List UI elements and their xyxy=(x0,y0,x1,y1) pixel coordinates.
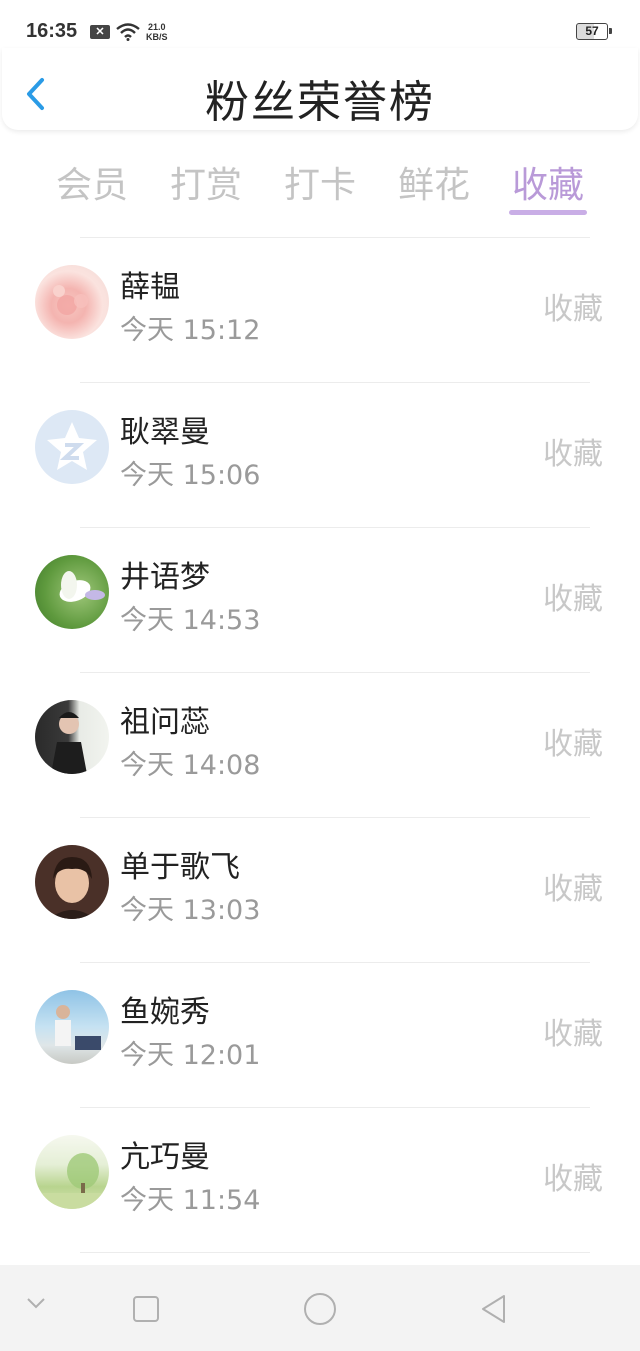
fan-name: 耿翠曼 xyxy=(120,415,210,450)
list-item[interactable]: 亢巧曼 今天 11:54 收藏 xyxy=(0,1108,640,1252)
nav-home-button[interactable] xyxy=(302,1291,338,1331)
nav-recents-button[interactable] xyxy=(132,1295,160,1327)
wifi-icon xyxy=(116,23,140,41)
fan-time: 今天 15:12 xyxy=(120,315,261,346)
system-nav-bar xyxy=(0,1265,640,1351)
default-star-avatar xyxy=(35,410,109,484)
list-item[interactable]: 耿翠曼 今天 15:06 收藏 xyxy=(0,383,640,527)
status-time: 16:35 xyxy=(26,20,78,42)
list-item[interactable]: 薛韫 今天 15:12 收藏 xyxy=(0,238,640,382)
chevron-down-icon xyxy=(27,1298,45,1309)
tab-membership[interactable]: 会员 xyxy=(50,156,134,208)
green-tree-avatar xyxy=(35,1135,109,1209)
fan-time: 今天 11:54 xyxy=(120,1185,261,1216)
nav-collapse-button[interactable] xyxy=(24,1295,48,1315)
nav-back-button[interactable] xyxy=(478,1293,510,1329)
fan-list: 薛韫 今天 15:12 收藏 耿翠曼 今天 15:06 收藏 井语梦 今天 14… xyxy=(0,237,640,1253)
header: 粉丝荣誉榜 xyxy=(2,48,638,130)
tab-checkin[interactable]: 打卡 xyxy=(278,156,362,208)
tab-bar: 会员 打赏 打卡 鲜花 收藏 xyxy=(0,150,640,220)
action-label: 收藏 xyxy=(543,1162,603,1197)
status-icons: ✕ 21.0 KB/S xyxy=(90,22,168,42)
network-speed: 21.0 KB/S xyxy=(146,22,168,42)
triangle-back-icon xyxy=(482,1295,505,1323)
illustrated-boy-avatar xyxy=(35,845,109,919)
fan-time: 今天 14:53 xyxy=(120,605,261,636)
fan-name: 亢巧曼 xyxy=(120,1140,210,1175)
fan-name: 井语梦 xyxy=(120,560,210,595)
list-item[interactable]: 祖问蕊 今天 14:08 收藏 xyxy=(0,673,640,817)
action-label: 收藏 xyxy=(543,292,603,327)
action-label: 收藏 xyxy=(543,1017,603,1052)
divider xyxy=(80,1252,590,1253)
tab-tip[interactable]: 打赏 xyxy=(164,156,248,208)
network-speed-unit: KB/S xyxy=(146,32,168,42)
fan-name: 祖问蕊 xyxy=(120,705,210,740)
square-icon xyxy=(133,1296,159,1322)
list-item[interactable]: 单于歌飞 今天 13:03 收藏 xyxy=(0,818,640,962)
page-title: 粉丝荣誉榜 xyxy=(205,77,435,128)
tab-favorites[interactable]: 收藏 xyxy=(506,156,590,208)
action-label: 收藏 xyxy=(543,727,603,762)
fan-name: 鱼婉秀 xyxy=(120,995,210,1030)
network-speed-value: 21.0 xyxy=(147,22,166,32)
person-outdoor-avatar xyxy=(35,990,109,1064)
fan-time: 今天 14:08 xyxy=(120,750,261,781)
list-item[interactable]: 鱼婉秀 今天 12:01 收藏 xyxy=(0,963,640,1107)
fan-name: 单于歌飞 xyxy=(120,850,240,885)
action-label: 收藏 xyxy=(543,437,603,472)
fan-time: 今天 15:06 xyxy=(120,460,261,491)
white-flower-avatar xyxy=(35,555,109,629)
action-label: 收藏 xyxy=(543,582,603,617)
fan-name: 薛韫 xyxy=(120,270,180,305)
fan-time: 今天 12:01 xyxy=(120,1040,261,1071)
action-label: 收藏 xyxy=(543,872,603,907)
man-in-suit-avatar xyxy=(35,700,109,774)
fan-time: 今天 13:03 xyxy=(120,895,261,926)
circle-icon xyxy=(304,1293,336,1325)
active-tab-indicator xyxy=(509,210,587,215)
list-item[interactable]: 井语梦 今天 14:53 收藏 xyxy=(0,528,640,672)
battery-icon: 57 xyxy=(576,23,612,40)
tab-flowers[interactable]: 鲜花 xyxy=(392,156,476,208)
notification-icon: ✕ xyxy=(90,25,110,39)
pink-flower-avatar xyxy=(35,265,109,339)
